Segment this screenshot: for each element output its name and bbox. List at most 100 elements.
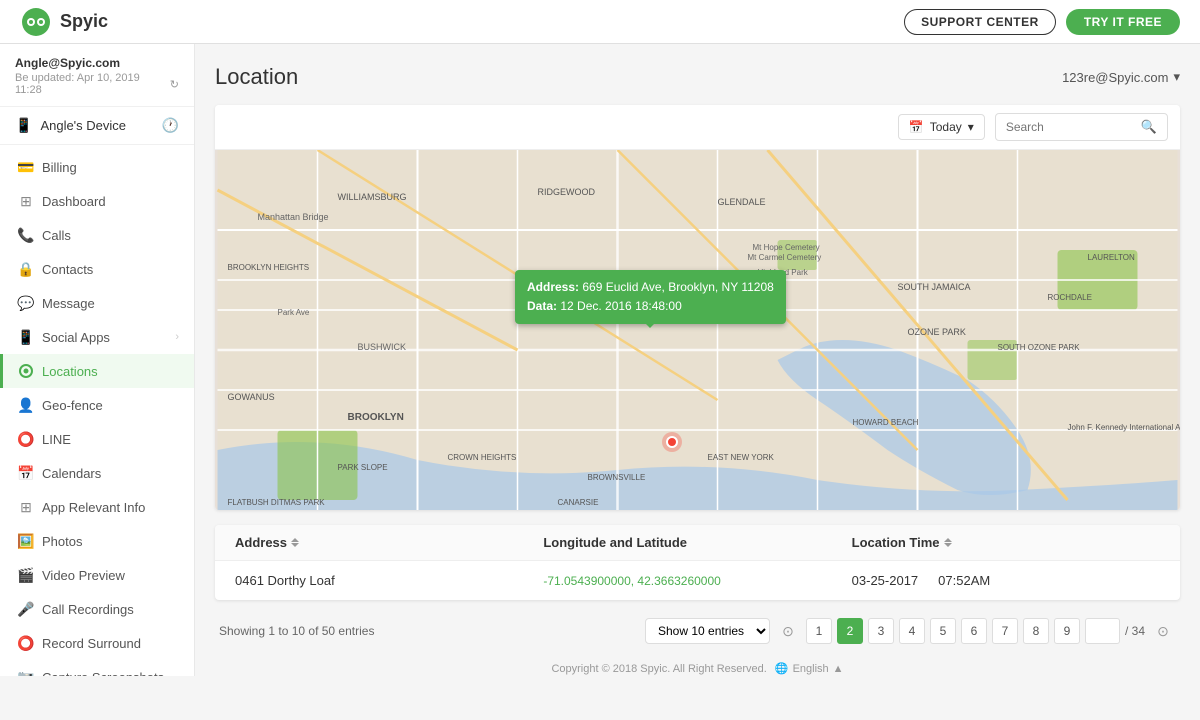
sidebar-item-line-label: LINE [42,432,71,447]
header-buttons: SUPPORT CENTER TRY IT FREE [904,9,1180,35]
capture-screenshots-icon: 📷 [18,669,34,676]
map-svg: Manhattan Bridge WILLIAMSBURG RIDGEWOOD … [215,150,1180,510]
sidebar-item-app-relevant-label: App Relevant Info [42,500,145,515]
search-input[interactable] [1006,120,1136,134]
sidebar-item-calendars-label: Calendars [42,466,101,481]
col-coords: Longitude and Latitude [543,535,851,550]
sidebar-item-calls-label: Calls [42,228,71,243]
row-date: 03-25-2017 [852,573,919,588]
row-address: 0461 Dorthy Loaf [235,573,543,588]
page-btn-6[interactable]: 6 [961,618,987,644]
locations-icon [18,363,34,379]
page-size-select[interactable]: Show 10 entries Show 25 entries Show 50 … [645,618,770,644]
sidebar-item-record-surround[interactable]: ⭕ Record Surround [0,626,194,660]
sidebar-item-geo-fence[interactable]: 👤 Geo-fence [0,388,194,422]
date-filter[interactable]: 📅 Today ▾ [898,114,985,140]
sidebar-item-line[interactable]: ⭕ LINE [0,422,194,456]
page-btn-2[interactable]: 2 [837,618,863,644]
sidebar-item-contacts[interactable]: 🔒 Contacts [0,252,194,286]
contacts-icon: 🔒 [18,261,34,277]
page-btn-9[interactable]: 9 [1054,618,1080,644]
sidebar-item-billing-label: Billing [42,160,77,175]
svg-text:Mt Hope Cemetery: Mt Hope Cemetery [753,243,820,252]
svg-text:CROWN HEIGHTS: CROWN HEIGHTS [448,453,517,462]
sidebar-item-dashboard[interactable]: ⊞ Dashboard [0,184,194,218]
social-apps-icon: 📱 [18,329,34,345]
map-pin[interactable] [660,430,684,454]
map-area[interactable]: Manhattan Bridge WILLIAMSBURG RIDGEWOOD … [215,150,1180,510]
sidebar-item-capture-screenshots[interactable]: 📷 Capture Screenshots [0,660,194,676]
sidebar-item-video-preview[interactable]: 🎬 Video Preview [0,558,194,592]
page-jump-input[interactable] [1085,618,1120,644]
date-label: Today [930,120,962,134]
video-preview-icon: 🎬 [18,567,34,583]
row-clock: 07:52AM [938,573,990,588]
calls-icon: 📞 [18,227,34,243]
device-row[interactable]: 📱 Angle's Device 🕐 [0,107,194,145]
svg-text:LAURELTON: LAURELTON [1088,253,1135,262]
svg-text:BROOKLYN HEIGHTS: BROOKLYN HEIGHTS [228,263,310,272]
svg-text:BROOKLYN: BROOKLYN [348,412,404,423]
device-icon: 📱 [15,117,32,134]
sidebar-item-photos[interactable]: 🖼️ Photos [0,524,194,558]
sidebar-item-call-recordings[interactable]: 🎤 Call Recordings [0,592,194,626]
language-selector[interactable]: 🌐 English ▲ [775,662,844,675]
pagination-info: Showing 1 to 10 of 50 entries [219,624,374,638]
device-clock-icon: 🕐 [162,117,179,134]
page-btn-5[interactable]: 5 [930,618,956,644]
page-btn-4[interactable]: 4 [899,618,925,644]
support-center-button[interactable]: SUPPORT CENTER [904,9,1056,35]
tooltip-address: Address: 669 Euclid Ave, Brooklyn, NY 11… [527,278,774,297]
sidebar-item-geo-fence-label: Geo-fence [42,398,103,413]
logo-icon [20,6,52,38]
sidebar-item-social-apps[interactable]: 📱 Social Apps › [0,320,194,354]
sort-time-icon[interactable] [944,538,952,547]
next-page-button[interactable]: ⊙ [1150,618,1176,644]
message-icon: 💬 [18,295,34,311]
search-box: 🔍 [995,113,1168,141]
sidebar-item-calendars[interactable]: 📅 Calendars [0,456,194,490]
sidebar-item-message[interactable]: 💬 Message [0,286,194,320]
refresh-icon[interactable]: ↻ [170,78,179,91]
svg-text:RIDGEWOOD: RIDGEWOOD [538,187,596,197]
page-btn-1[interactable]: 1 [806,618,832,644]
svg-text:WILLIAMSBURG: WILLIAMSBURG [338,192,407,202]
device-name: Angle's Device [40,118,126,133]
pagination-row: Showing 1 to 10 of 50 entries Show 10 en… [215,610,1180,652]
try-free-button[interactable]: TRY IT FREE [1066,9,1180,35]
sidebar-item-calls[interactable]: 📞 Calls [0,218,194,252]
row-coords: -71.0543900000, 42.3663260000 [543,574,851,588]
sidebar-item-locations[interactable]: Locations [0,354,194,388]
svg-text:EAST NEW YORK: EAST NEW YORK [708,453,775,462]
map-tooltip: Address: 669 Euclid Ave, Brooklyn, NY 11… [515,270,786,324]
svg-text:OZONE PARK: OZONE PARK [908,327,966,337]
svg-text:FLATBUSH DITMAS PARK: FLATBUSH DITMAS PARK [228,498,326,507]
svg-text:Manhattan Bridge: Manhattan Bridge [258,212,329,222]
page-btn-8[interactable]: 8 [1023,618,1049,644]
call-recordings-icon: 🎤 [18,601,34,617]
chevron-down-icon: ▾ [1173,69,1180,85]
main-content: Location 123re@Spyic.com ▾ 📅 Today ▾ 🔍 [195,44,1200,676]
page-btn-3[interactable]: 3 [868,618,894,644]
svg-text:Park Ave: Park Ave [278,308,310,317]
sidebar-item-capture-screenshots-label: Capture Screenshots [42,670,164,677]
sidebar-email: Angle@Spyic.com [15,56,179,70]
map-toolbar: 📅 Today ▾ 🔍 [215,105,1180,150]
svg-text:GOWANUS: GOWANUS [228,392,275,402]
sidebar-item-app-relevant[interactable]: ⊞ App Relevant Info [0,490,194,524]
chevron-right-icon: › [175,331,179,343]
sidebar-item-call-recordings-label: Call Recordings [42,602,134,617]
account-switcher[interactable]: 123re@Spyic.com ▾ [1062,69,1180,85]
footer: Copyright © 2018 Spyic. All Right Reserv… [215,652,1180,676]
sidebar-item-billing[interactable]: 💳 Billing [0,150,194,184]
prev-page-button[interactable]: ⊙ [775,618,801,644]
svg-text:SOUTH OZONE PARK: SOUTH OZONE PARK [998,343,1081,352]
page-btn-7[interactable]: 7 [992,618,1018,644]
sort-address-icon[interactable] [291,538,299,547]
sidebar-item-locations-label: Locations [42,364,98,379]
app-relevant-icon: ⊞ [18,499,34,515]
tooltip-date: Data: 12 Dec. 2016 18:48:00 [527,297,774,316]
layout: Angle@Spyic.com Be updated: Apr 10, 2019… [0,44,1200,676]
sidebar-item-video-preview-label: Video Preview [42,568,125,583]
col-address: Address [235,535,543,550]
